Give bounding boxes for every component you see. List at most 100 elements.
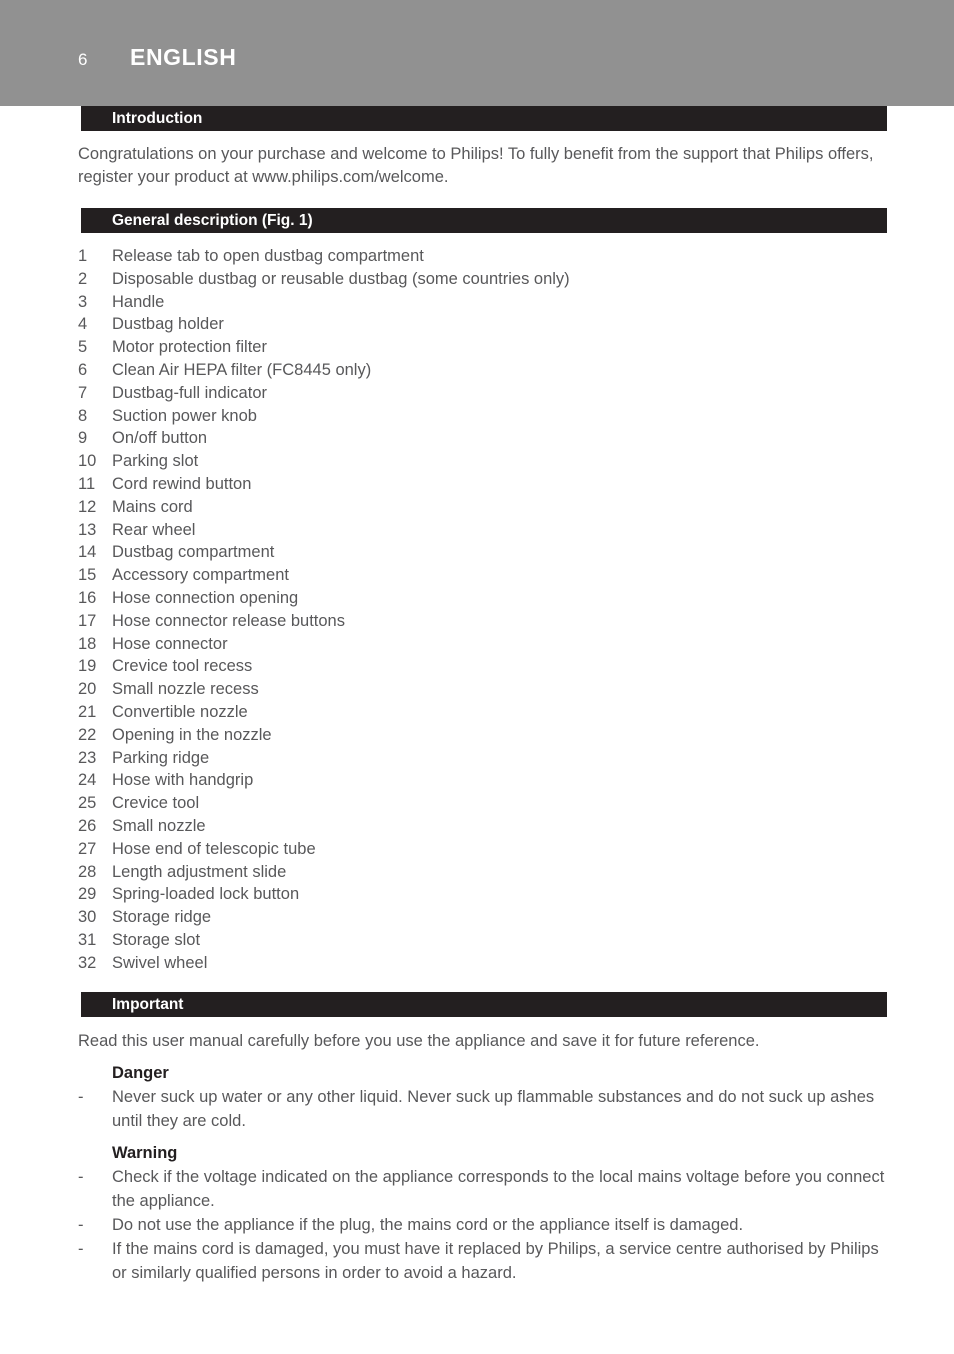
item-number: 26 [78, 816, 97, 835]
item-number: 28 [78, 862, 97, 881]
item-label: On/off button [112, 429, 208, 448]
general-description-item: 26 Small nozzle [78, 815, 890, 838]
general-description-item: 2 Disposable dustbag or reusable dustbag … [78, 268, 890, 291]
item-label: Spring-loaded lock button [112, 885, 300, 904]
item-number: 18 [78, 634, 97, 653]
page-language-title: ENGLISH [130, 44, 237, 70]
item-label: Parking slot [112, 452, 199, 471]
page-number: 6 [78, 50, 88, 69]
item-number: 15 [78, 566, 97, 585]
subheading-warning: Warning [112, 1144, 178, 1162]
item-label: Storage ridge [112, 908, 212, 927]
item-number: 13 [78, 520, 97, 539]
general-description-item: 7 Dustbag-full indicator [78, 382, 890, 405]
item-label: Hose connection opening [112, 588, 299, 607]
general-description-item: 32 Swivel wheel [78, 952, 890, 975]
danger-bullet-list: - Never suck up water or any other liquid… [78, 1085, 890, 1133]
item-label: Small nozzle recess [112, 680, 259, 699]
general-description-item: 19 Crevice tool recess [78, 655, 890, 678]
general-description-item: 11 Cord rewind button [78, 473, 890, 496]
bullet-item: - Never suck up water or any other liquid… [78, 1085, 890, 1133]
item-number: 16 [78, 588, 97, 607]
item-label: Suction power knob [112, 406, 257, 425]
item-label: Opening in the nozzle [112, 725, 272, 744]
item-number: 24 [78, 771, 97, 790]
item-label: Storage slot [112, 930, 201, 949]
item-number: 10 [78, 452, 97, 471]
item-number: 7 [78, 383, 88, 402]
general-description-item: 10 Parking slot [78, 450, 890, 473]
item-number: 25 [78, 794, 97, 813]
section-heading-general-description: General description (Fig. 1) [112, 211, 313, 229]
general-description-item: 21 Convertible nozzle [78, 701, 890, 724]
item-label: Dustbag holder [112, 315, 224, 334]
item-number: 32 [78, 953, 97, 972]
item-number: 27 [78, 839, 97, 858]
item-label: Crevice tool recess [112, 657, 253, 676]
important-paragraph: Read this user manual carefully before y… [78, 1032, 760, 1050]
section-bar-general-description: General description (Fig. 1) [81, 208, 887, 233]
item-label: Hose connector [112, 634, 228, 653]
general-description-item: 3 Handle [78, 291, 890, 314]
item-label: Convertible nozzle [112, 702, 248, 721]
item-label: Cord rewind button [112, 474, 252, 493]
item-label: Hose with handgrip [112, 771, 254, 790]
general-description-item: 20 Small nozzle recess [78, 678, 890, 701]
general-description-item: 13 Rear wheel [78, 519, 890, 542]
item-number: 8 [78, 406, 88, 425]
general-description-item: 9 On/off button [78, 427, 890, 450]
item-number: 29 [78, 885, 97, 904]
general-description-item: 8 Suction power knob [78, 405, 890, 428]
item-number: 22 [78, 725, 97, 744]
item-number: 12 [78, 497, 97, 516]
section-heading-introduction: Introduction [112, 109, 203, 127]
item-label: Rear wheel [112, 520, 196, 539]
item-number: 23 [78, 748, 97, 767]
item-number: 14 [78, 543, 97, 562]
item-label: Crevice tool [112, 794, 200, 813]
item-number: 1 [78, 247, 88, 265]
item-label: Dustbag compartment [112, 543, 275, 562]
general-description-item: 31 Storage slot [78, 929, 890, 952]
general-description-item: 14 Dustbag compartment [78, 541, 890, 564]
item-number: 21 [78, 702, 97, 721]
item-label: Release tab to open dustbag compartment [112, 247, 424, 265]
item-label: Handle [112, 292, 165, 311]
item-label: Hose end of telescopic tube [112, 839, 316, 858]
section-bar-introduction: Introduction [81, 106, 887, 131]
bullet-text: If the mains cord is damaged, you must h… [112, 1240, 879, 1282]
bullet-item: - Check if the voltage indicated on the a… [78, 1165, 890, 1213]
item-label: Mains cord [112, 497, 193, 516]
item-number: 3 [78, 292, 88, 311]
general-description-item: 17 Hose connector release buttons [78, 610, 890, 633]
item-label: Small nozzle [112, 816, 206, 835]
bullet-text: Never suck up water or any other liquid.… [112, 1088, 875, 1130]
item-number: 17 [78, 611, 97, 630]
general-description-item: 5 Motor protection filter [78, 336, 890, 359]
item-label: Length adjustment slide [112, 862, 287, 881]
general-description-item: 1 Release tab to open dustbag compartment [78, 245, 890, 268]
general-description-item: 15 Accessory compartment [78, 564, 890, 587]
item-label: Disposable dustbag or reusable dustbag (… [112, 269, 570, 288]
general-description-item: 16 Hose connection opening [78, 587, 890, 610]
general-description-item: 23 Parking ridge [78, 747, 890, 770]
general-description-item: 4 Dustbag holder [78, 313, 890, 336]
dash-bullet-marker: - [78, 1168, 84, 1186]
general-description-list: 1 Release tab to open dustbag compartment… [78, 245, 890, 975]
bullet-text: Do not use the appliance if the plug, th… [112, 1216, 744, 1234]
bullet-item: - If the mains cord is damaged, you must … [78, 1237, 890, 1285]
general-description-item: 28 Length adjustment slide [78, 861, 890, 884]
section-heading-important: Important [112, 995, 184, 1013]
bullet-item: - Do not use the appliance if the plug, t… [78, 1213, 890, 1237]
item-label: Hose connector release buttons [112, 611, 345, 630]
warning-bullet-list: - Check if the voltage indicated on the a… [78, 1165, 890, 1285]
general-description-item: 24 Hose with handgrip [78, 769, 890, 792]
dash-bullet-marker: - [78, 1240, 84, 1258]
item-number: 11 [78, 474, 96, 493]
item-number: 20 [78, 680, 97, 699]
item-number: 30 [78, 908, 97, 927]
item-label: Parking ridge [112, 748, 210, 767]
item-number: 2 [78, 269, 88, 288]
general-description-item: 25 Crevice tool [78, 792, 890, 815]
item-label: Motor protection filter [112, 338, 267, 357]
